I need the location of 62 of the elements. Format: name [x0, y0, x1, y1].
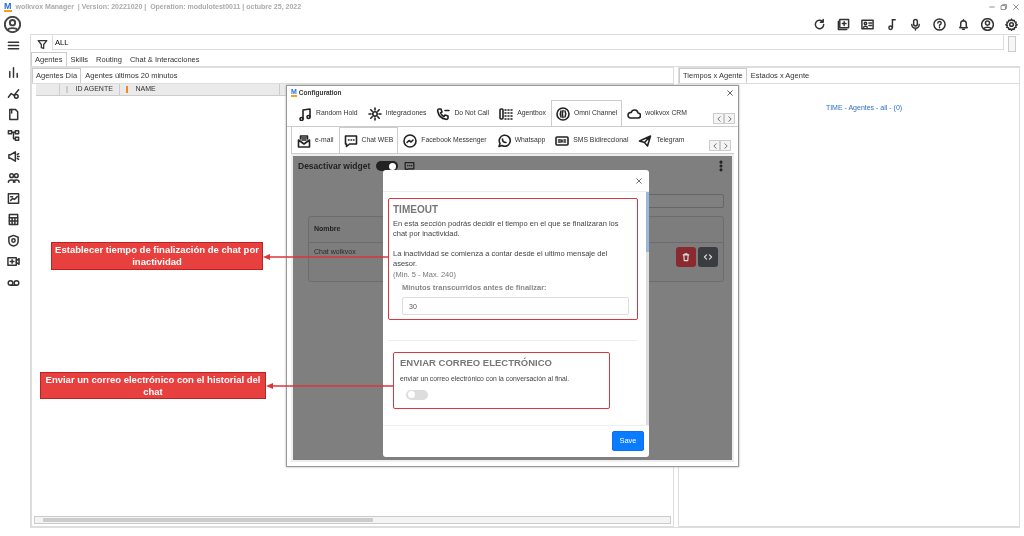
- user-avatar-icon[interactable]: [981, 17, 994, 31]
- scroll-right-button[interactable]: [724, 113, 735, 124]
- delete-button[interactable]: [676, 246, 696, 267]
- gear-icon: [367, 106, 382, 121]
- shield-icon[interactable]: [6, 234, 20, 247]
- widget-toggle[interactable]: [376, 161, 399, 172]
- music-note-icon[interactable]: [885, 17, 898, 31]
- bell-icon[interactable]: [957, 17, 970, 31]
- callout-label: Enviar un correo electrónico con el historial del chat: [40, 372, 266, 399]
- callout-label: Establecer tiempo de finalización de chat por inactividad: [51, 242, 263, 270]
- calculator-icon[interactable]: [6, 213, 20, 226]
- scroll-left-icon: [710, 141, 719, 150]
- filter-icon[interactable]: [37, 38, 48, 50]
- sms-icon: [555, 133, 570, 148]
- close-icon[interactable]: [1012, 3, 1020, 11]
- scroll-left-button[interactable]: [713, 113, 724, 124]
- menu-icon[interactable]: [6, 39, 20, 52]
- microphone-icon[interactable]: [909, 17, 922, 31]
- scroll-right-icon: [725, 114, 734, 123]
- whatsapp-icon: [496, 133, 511, 148]
- sort-handle-icon[interactable]: [126, 85, 128, 93]
- bar-chart-icon[interactable]: [6, 66, 20, 79]
- refresh-icon[interactable]: [813, 17, 826, 31]
- widget-label: Desactivar widget: [298, 160, 371, 173]
- app-logo: M: [4, 2, 12, 12]
- envelope-icon: [297, 133, 311, 148]
- hierarchy-icon[interactable]: [6, 129, 20, 142]
- help-icon[interactable]: [933, 17, 946, 31]
- code-icon: [703, 251, 713, 262]
- trend-icon[interactable]: [6, 87, 20, 100]
- keypad-icon: [499, 106, 514, 121]
- settings-icon[interactable]: [1005, 17, 1018, 31]
- horizontal-scrollbar[interactable]: [34, 516, 671, 524]
- vertical-scrollbar[interactable]: [645, 192, 649, 425]
- contact-card-icon[interactable]: [861, 17, 874, 31]
- email-toggle[interactable]: [406, 389, 428, 400]
- scroll-right-button[interactable]: [720, 140, 731, 151]
- video-icon[interactable]: [6, 255, 20, 268]
- scroll-right-icon: [721, 141, 730, 150]
- board-icon[interactable]: [837, 17, 850, 31]
- music-note-icon: [298, 106, 312, 121]
- megaphone-icon[interactable]: [6, 150, 20, 163]
- cloud-icon: [627, 106, 642, 121]
- phone-icon: [436, 106, 451, 121]
- close-icon[interactable]: [726, 89, 734, 97]
- trash-icon: [681, 251, 691, 262]
- embed-code-button[interactable]: [698, 246, 718, 267]
- chat-bubbles-icon[interactable]: [404, 160, 416, 172]
- users-icon[interactable]: [6, 171, 20, 184]
- document-icon[interactable]: [6, 108, 20, 121]
- section-title: ENVIAR CORREO ELECTRÓNICO: [400, 356, 553, 371]
- paper-plane-icon: [638, 133, 653, 148]
- messenger-icon: [403, 133, 418, 148]
- report-icon[interactable]: [6, 192, 20, 205]
- close-icon[interactable]: [635, 176, 643, 185]
- scroll-left-icon: [714, 114, 723, 123]
- scroll-left-button[interactable]: [709, 140, 720, 151]
- chat-bubble-icon: [343, 133, 358, 148]
- circle-waves-icon: [555, 106, 570, 121]
- restore-icon[interactable]: [1000, 3, 1008, 11]
- section-title: TIMEOUT: [393, 203, 439, 217]
- user-avatar-icon[interactable]: [4, 15, 21, 33]
